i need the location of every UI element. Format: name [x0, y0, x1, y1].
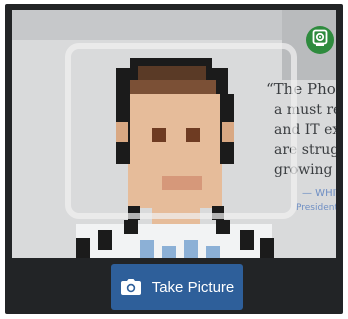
face-alignment-guide — [65, 43, 297, 219]
switch-camera-button[interactable] — [306, 26, 334, 54]
camera-switch-icon — [312, 29, 328, 52]
camera-icon — [120, 278, 142, 296]
camera-widget: “The Phoenix a must read and IT exec are… — [5, 4, 343, 314]
poster-attribution: President and — [296, 203, 336, 213]
camera-viewfinder: “The Phoenix a must read and IT exec are… — [12, 10, 336, 258]
take-picture-label: Take Picture — [151, 278, 235, 296]
take-picture-button[interactable]: Take Picture — [111, 264, 243, 310]
poster-attribution: — WHITER — [302, 188, 336, 199]
